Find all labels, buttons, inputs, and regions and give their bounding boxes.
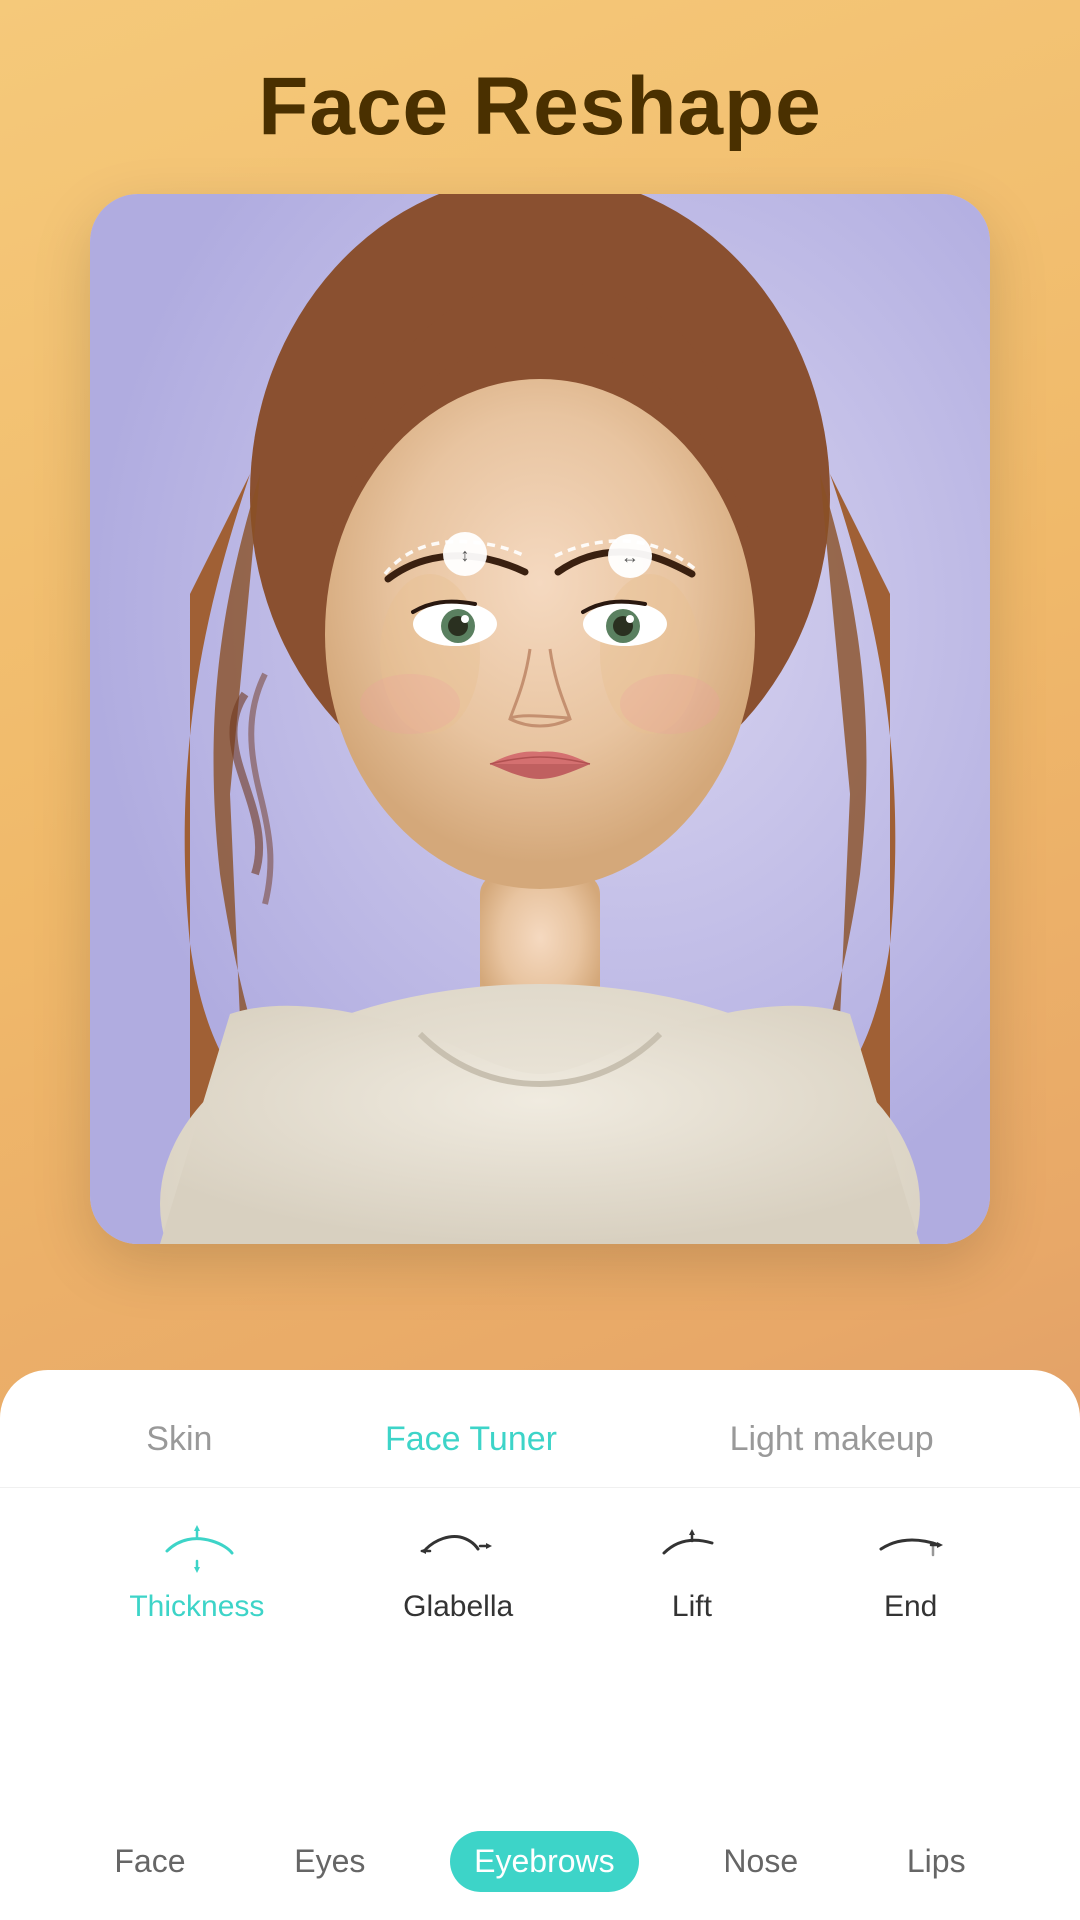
tool-thickness[interactable]: Thickness [129, 1518, 264, 1624]
thickness-icon [157, 1518, 237, 1578]
tab-face-tuner[interactable]: Face Tuner [385, 1412, 557, 1467]
tool-glabella[interactable]: Glabella [403, 1518, 513, 1624]
end-label: End [884, 1590, 937, 1624]
glabella-icon [418, 1518, 498, 1578]
bottom-nav: Face Eyes Eyebrows Nose Lips [0, 1803, 1080, 1920]
page-title: Face Reshape [258, 60, 822, 154]
photo-card: ↕ ↔ [90, 194, 990, 1244]
nav-face[interactable]: Face [90, 1831, 209, 1892]
category-tabs: Skin Face Tuner Light makeup [0, 1370, 1080, 1488]
tool-lift[interactable]: Lift [652, 1518, 732, 1624]
tab-skin[interactable]: Skin [146, 1412, 212, 1467]
glabella-label: Glabella [403, 1590, 513, 1624]
thickness-label: Thickness [129, 1590, 264, 1624]
tool-end[interactable]: End [871, 1518, 951, 1624]
nav-eyebrows[interactable]: Eyebrows [450, 1831, 639, 1892]
tab-light-makeup[interactable]: Light makeup [730, 1412, 934, 1467]
svg-text:↕: ↕ [461, 545, 470, 565]
svg-text:↔: ↔ [621, 547, 639, 567]
nav-lips[interactable]: Lips [883, 1831, 990, 1892]
lift-label: Lift [672, 1590, 712, 1624]
bottom-panel: Skin Face Tuner Light makeup Thickness [0, 1370, 1080, 1920]
lift-icon [652, 1518, 732, 1578]
nav-nose[interactable]: Nose [699, 1831, 822, 1892]
nav-eyes[interactable]: Eyes [270, 1831, 389, 1892]
end-icon [871, 1518, 951, 1578]
tool-options-row: Thickness Glabella [0, 1488, 1080, 1644]
